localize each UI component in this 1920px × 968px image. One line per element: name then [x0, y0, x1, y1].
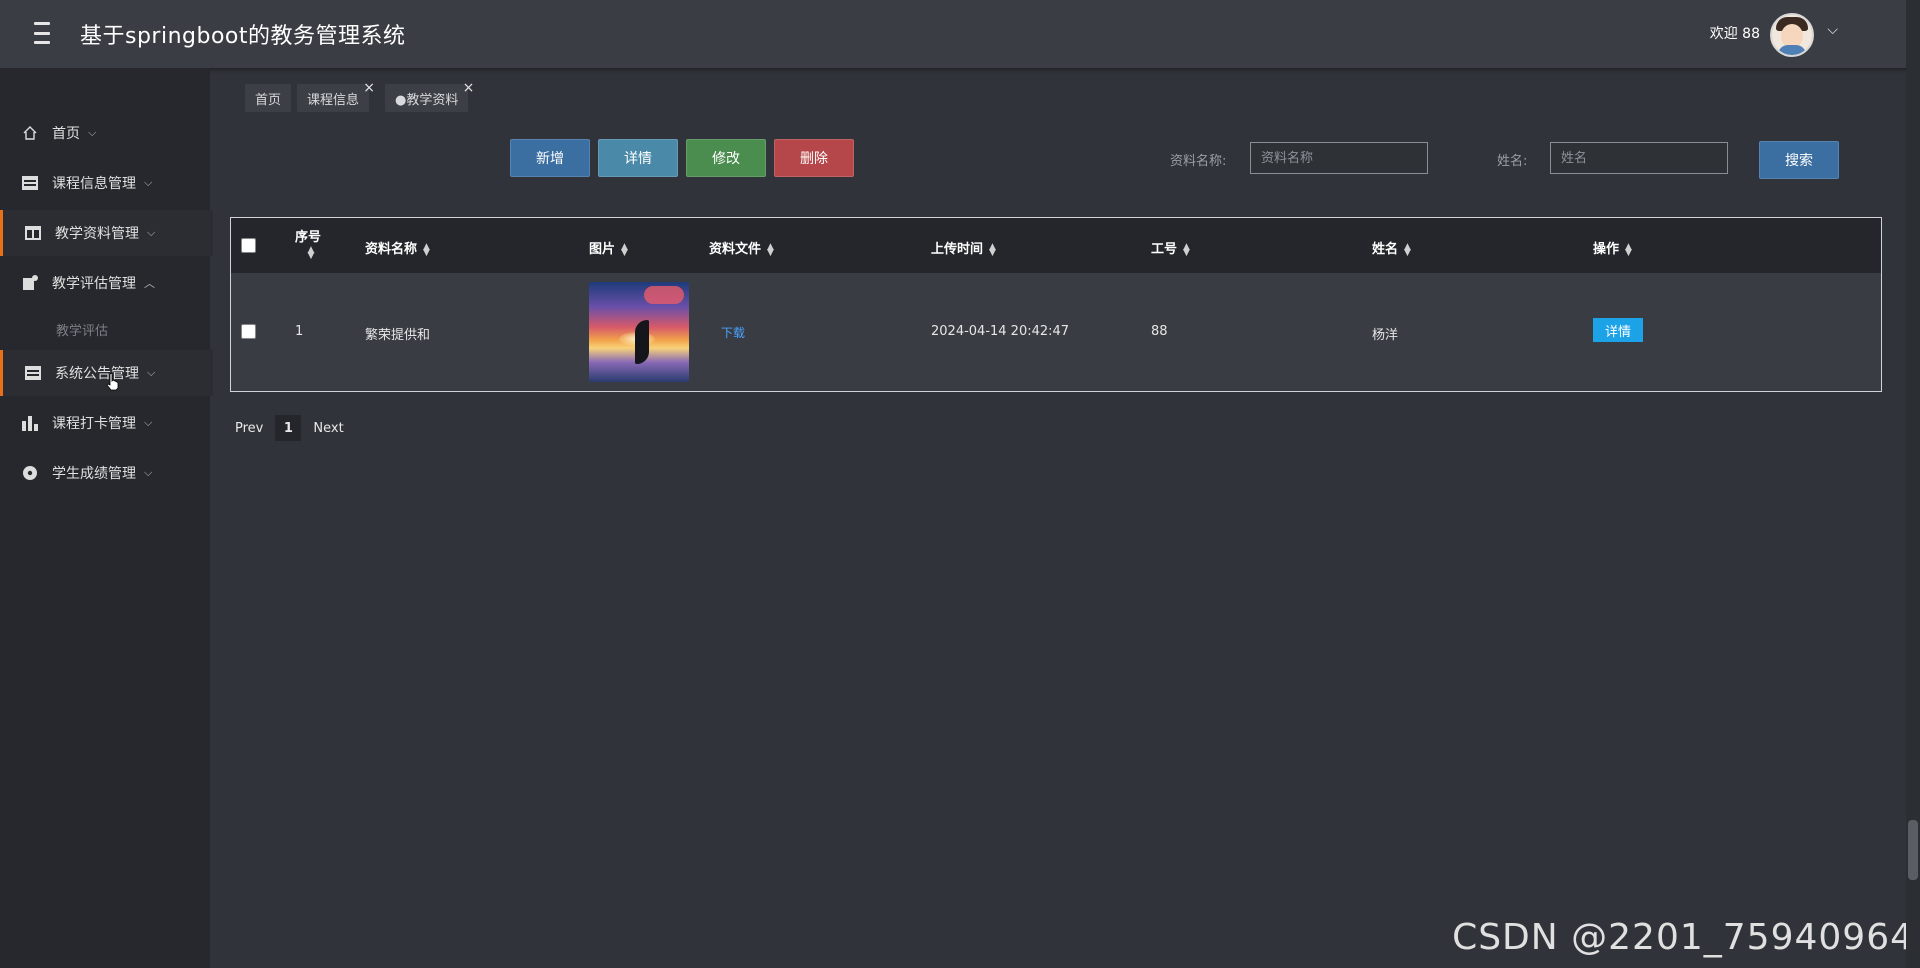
column-header-file[interactable]: 资料文件 ▲ ▼	[709, 238, 774, 257]
chevron-up-icon: ︿	[144, 277, 155, 290]
sidebar: 首页 ⌵ 课程信息管理 ⌵ 教学资料管理 ⌵ 教学评估管理 ︿ 教学评估 系统公…	[0, 68, 213, 968]
chevron-down-icon: ⌵	[147, 226, 156, 239]
tag-label: 课程信息	[307, 92, 360, 108]
row-detail-button[interactable]: 详情	[1593, 318, 1643, 342]
menu-toggle-icon[interactable]	[30, 22, 52, 44]
sidebar-item-label: 教学评估管理	[52, 276, 136, 292]
sidebar-item-teaching-evaluation[interactable]: 教学评估管理 ︿	[0, 260, 210, 306]
row-checkbox[interactable]	[241, 324, 256, 339]
tag-teaching-materials[interactable]: ●教学资料 ×	[385, 80, 474, 112]
detail-button[interactable]: 详情	[598, 139, 678, 177]
sort-icon[interactable]: ▲ ▼	[767, 242, 774, 257]
person-name-label: 姓名:	[1497, 154, 1528, 169]
sidebar-item-label: 系统公告管理	[55, 366, 139, 382]
clipboard-icon	[20, 273, 40, 293]
sidebar-item-label: 教学资料管理	[55, 226, 139, 242]
sidebar-item-label: 课程信息管理	[52, 176, 136, 192]
disc-icon	[20, 463, 40, 483]
column-header-material-name[interactable]: 资料名称 ▲ ▼	[365, 238, 430, 257]
tag-course-info[interactable]: 课程信息 ×	[297, 80, 375, 112]
close-icon[interactable]: ×	[463, 80, 475, 96]
chevron-down-icon: ⌵	[144, 416, 153, 429]
download-link[interactable]: 下载	[721, 326, 745, 340]
column-header-image[interactable]: 图片 ▲ ▼	[589, 238, 628, 257]
sidebar-item-home[interactable]: 首页 ⌵	[0, 110, 210, 156]
next-page-button[interactable]: Next	[313, 421, 343, 436]
tag-bar: 首页 课程信息 × ●教学资料 ×	[245, 80, 478, 112]
add-button[interactable]: 新增	[510, 139, 590, 177]
sort-icon[interactable]: ▲ ▼	[308, 245, 315, 260]
column-header-action[interactable]: 操作 ▲ ▼	[1593, 238, 1632, 257]
row-upload-time: 2024-04-14 20:42:47	[931, 324, 1070, 339]
top-bar: 基于springboot的教务管理系统 欢迎 88 ⌵	[0, 0, 1920, 68]
chevron-down-icon[interactable]: ⌵	[1827, 22, 1838, 38]
pagination: Prev 1 Next	[235, 415, 344, 441]
row-job-no: 88	[1151, 324, 1168, 339]
row-material-name: 繁荣提供和	[365, 328, 431, 343]
welcome-text: 欢迎 88	[1709, 26, 1760, 42]
table-icon	[23, 223, 43, 243]
sidebar-item-label: 首页	[52, 126, 80, 142]
tag-label: ●教学资料	[395, 92, 459, 108]
data-table: 序号 ▲ ▼ 资料名称 ▲ ▼ 图片 ▲ ▼ 资料文件 ▲ ▼ 上传时间 ▲ ▼ 工号 ▲ ▼ 姓名 ▲…	[230, 217, 1882, 392]
table-icon	[20, 173, 40, 193]
sort-icon[interactable]: ▲ ▼	[1183, 242, 1190, 257]
sort-icon[interactable]: ▲ ▼	[1404, 242, 1411, 257]
sidebar-subitem-evaluation[interactable]: 教学评估	[56, 320, 108, 339]
row-person: 杨洋	[1372, 328, 1399, 343]
tag-home[interactable]: 首页	[245, 84, 292, 112]
sort-icon[interactable]: ▲ ▼	[423, 242, 430, 257]
sidebar-item-course-info[interactable]: 课程信息管理 ⌵	[0, 160, 210, 206]
column-header-index[interactable]: 序号 ▲ ▼	[295, 226, 321, 260]
sort-icon[interactable]: ▲ ▼	[1625, 242, 1632, 257]
chevron-down-icon: ⌵	[144, 466, 153, 479]
sidebar-item-teaching-materials[interactable]: 教学资料管理 ⌵	[0, 210, 213, 256]
app-title: 基于springboot的教务管理系统	[80, 24, 406, 49]
close-icon[interactable]: ×	[363, 80, 375, 96]
edit-button[interactable]: 修改	[686, 139, 766, 177]
hand-cursor-icon	[106, 373, 120, 395]
row-index: 1	[295, 324, 304, 339]
tag-label: 首页	[255, 92, 282, 108]
search-button[interactable]: 搜索	[1759, 141, 1839, 179]
chevron-down-icon: ⌵	[88, 126, 97, 139]
person-name-input[interactable]	[1550, 142, 1728, 174]
home-icon	[20, 123, 40, 143]
current-page-number[interactable]: 1	[275, 415, 302, 441]
table-icon	[23, 363, 43, 383]
material-name-label: 资料名称:	[1170, 154, 1227, 169]
chevron-down-icon: ⌵	[144, 176, 153, 189]
scrollbar-thumb[interactable]	[1908, 820, 1918, 880]
column-header-job-no[interactable]: 工号 ▲ ▼	[1151, 238, 1190, 257]
select-all-checkbox[interactable]	[241, 238, 256, 253]
column-header-person[interactable]: 姓名 ▲ ▼	[1372, 238, 1411, 257]
watermark: CSDN @2201_75940964	[1452, 917, 1914, 958]
sort-icon[interactable]: ▲ ▼	[621, 242, 628, 257]
sidebar-item-grades[interactable]: 学生成绩管理 ⌵	[0, 450, 210, 496]
sidebar-item-label: 课程打卡管理	[52, 416, 136, 432]
material-name-input[interactable]	[1250, 142, 1428, 174]
prev-page-button[interactable]: Prev	[235, 421, 263, 436]
sort-icon[interactable]: ▲ ▼	[989, 242, 996, 257]
column-header-upload-time[interactable]: 上传时间 ▲ ▼	[931, 238, 996, 257]
bar-chart-icon	[20, 413, 40, 433]
avatar[interactable]	[1770, 13, 1814, 57]
table-header: 序号 ▲ ▼ 资料名称 ▲ ▼ 图片 ▲ ▼ 资料文件 ▲ ▼ 上传时间 ▲ ▼ 工号 ▲ ▼ 姓名 ▲…	[231, 218, 1881, 273]
delete-button[interactable]: 删除	[774, 139, 854, 177]
sidebar-item-attendance[interactable]: 课程打卡管理 ⌵	[0, 400, 210, 446]
table-row: 1 繁荣提供和 下载 2024-04-14 20:42:47 88 杨洋 详情	[231, 273, 1881, 391]
material-image[interactable]	[589, 282, 689, 382]
sidebar-item-label: 学生成绩管理	[52, 466, 136, 482]
chevron-down-icon: ⌵	[147, 366, 156, 379]
